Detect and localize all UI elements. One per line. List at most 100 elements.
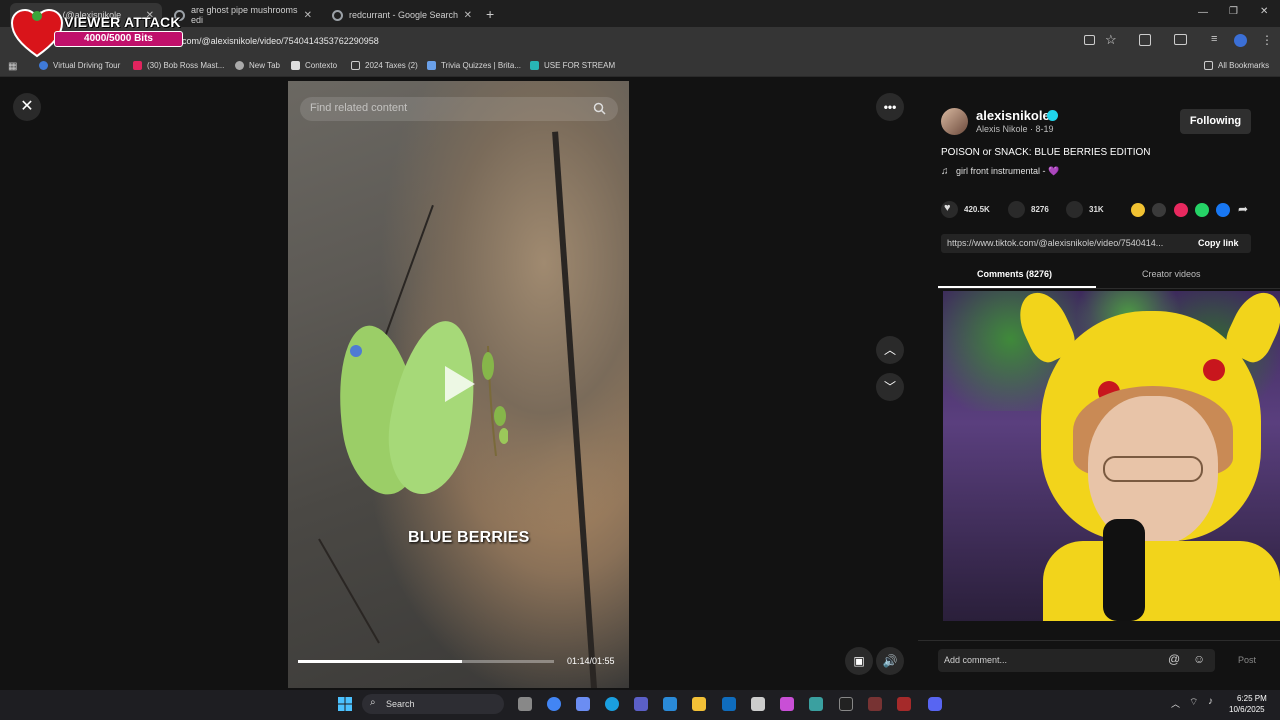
media-icon[interactable]: [1174, 34, 1187, 45]
browser-menu-icon[interactable]: ⋮: [1261, 33, 1273, 47]
bookmark-label: Contexto: [305, 61, 338, 70]
wood-crack: [318, 538, 380, 644]
app-icon[interactable]: [780, 697, 794, 711]
creator-username[interactable]: alexisnikole: [976, 108, 1050, 123]
play-icon[interactable]: [445, 366, 475, 402]
progress-bar[interactable]: [298, 660, 554, 663]
taskbar-search-label: Search: [386, 699, 415, 709]
search-icon: ⌕: [370, 697, 376, 708]
bookmark-label: (30) Bob Ross Mast...: [147, 61, 225, 70]
tab-redcurrant[interactable]: redcurrant - Google Search ✕: [324, 3, 480, 27]
new-tab-button[interactable]: +: [486, 6, 494, 22]
tab-search-icon[interactable]: ≡: [1211, 33, 1217, 45]
bookmark-label: Virtual Driving Tour: [53, 61, 121, 70]
restore-icon[interactable]: ❐: [1229, 6, 1238, 17]
bookmark-bob-ross[interactable]: (30) Bob Ross Mast...: [133, 61, 224, 70]
app-icon[interactable]: [868, 697, 882, 711]
volume-tray-icon[interactable]: ♪: [1208, 696, 1213, 707]
bookmark-star-icon[interactable]: ☆: [1105, 32, 1117, 48]
install-app-icon[interactable]: [1084, 35, 1095, 45]
url-text[interactable]: com/@alexisnikole/video/7540414353762290…: [182, 36, 379, 46]
close-tab-icon[interactable]: ✕: [464, 10, 472, 21]
next-video-button[interactable]: ﹀: [876, 373, 904, 401]
video-description: POISON or SNACK: BLUE BERRIES EDITION: [941, 147, 1151, 158]
extensions-icon[interactable]: [1139, 34, 1151, 46]
bookmark-contexto[interactable]: Contexto: [291, 61, 337, 70]
send-icon[interactable]: [1174, 203, 1188, 217]
file-explorer-icon[interactable]: [692, 697, 706, 711]
outlook-icon[interactable]: [722, 697, 736, 711]
coin-icon[interactable]: [1131, 203, 1145, 217]
discord-icon[interactable]: [928, 697, 942, 711]
share-arrow-icon[interactable]: ➦: [1238, 202, 1248, 216]
glasses: [1103, 456, 1203, 482]
whatsapp-icon[interactable]: [1195, 203, 1209, 217]
pip-icon[interactable]: ▣: [845, 647, 873, 675]
mention-icon[interactable]: @: [1168, 652, 1180, 666]
comment-icon[interactable]: [1008, 201, 1025, 218]
app-icon[interactable]: [809, 697, 823, 711]
facebook-icon[interactable]: [1216, 203, 1230, 217]
store-icon[interactable]: [663, 697, 677, 711]
embed-icon[interactable]: [1152, 203, 1166, 217]
windows-start-icon[interactable]: [338, 697, 352, 711]
music-title[interactable]: girl front instrumental - 💜: [956, 166, 1059, 177]
verified-badge-icon: [1047, 110, 1058, 121]
all-bookmarks[interactable]: All Bookmarks: [1204, 61, 1269, 70]
comment-count: 8276: [1031, 205, 1049, 214]
app-icon[interactable]: [897, 697, 911, 711]
tab-comments[interactable]: Comments (8276): [977, 269, 1052, 279]
close-video-button[interactable]: ✕: [13, 93, 41, 121]
creator-avatar[interactable]: [941, 108, 968, 135]
microphone: [1103, 519, 1145, 621]
apps-grid-icon[interactable]: ▦: [8, 61, 17, 72]
wifi-icon[interactable]: ⌔: [1189, 696, 1198, 709]
clock-date[interactable]: 10/6/2025: [1229, 705, 1265, 714]
like-count: 420.5K: [964, 205, 990, 214]
bookmark-trivia[interactable]: Trivia Quizzes | Brita...: [427, 61, 521, 70]
bookmark-use-for-stream[interactable]: USE FOR STREAM: [530, 61, 615, 70]
tray-chevron-icon[interactable]: ︿: [1171, 697, 1180, 710]
youtube-icon: [133, 61, 142, 70]
blue-berry: [350, 345, 362, 357]
bookmark-taxes[interactable]: 2024 Taxes (2): [351, 61, 418, 70]
webcam-overlay: [943, 291, 1280, 621]
profile-avatar[interactable]: [1234, 34, 1247, 47]
clock-time[interactable]: 6:25 PM: [1237, 694, 1267, 703]
minimize-icon[interactable]: —: [1198, 7, 1208, 18]
teams-icon[interactable]: [634, 697, 648, 711]
chrome-icon[interactable]: [547, 697, 561, 711]
video-link: https://www.tiktok.com/@alexisnikole/vid…: [947, 238, 1164, 248]
task-view-icon[interactable]: [518, 697, 532, 711]
volume-icon[interactable]: 🔊: [876, 647, 904, 675]
search-icon[interactable]: [593, 102, 606, 115]
copy-link-button[interactable]: Copy link: [1198, 238, 1239, 248]
calculator-icon[interactable]: [751, 697, 765, 711]
bookmark-label: Trivia Quizzes | Brita...: [441, 61, 522, 70]
tab-label: are ghost pipe mushrooms edi: [191, 5, 298, 25]
viewer-attack-title: VIEWER ATTACK: [64, 14, 181, 30]
bookmark-new-tab[interactable]: New Tab: [235, 61, 280, 70]
following-button[interactable]: Following: [1180, 109, 1251, 134]
bookmark-virtual-driving[interactable]: Virtual Driving Tour: [39, 61, 120, 70]
taskbar-search[interactable]: [362, 694, 504, 714]
tab-ghost-pipe[interactable]: are ghost pipe mushrooms edi ✕: [166, 3, 320, 27]
edge-icon[interactable]: [605, 697, 619, 711]
video-time: 01:14/01:55: [567, 656, 615, 666]
wood-crack: [384, 204, 434, 338]
music-note-icon: ♫: [941, 166, 949, 177]
close-tab-icon[interactable]: ✕: [304, 10, 312, 21]
hood-cheek-right: [1203, 359, 1225, 381]
bookmark-icon[interactable]: [1066, 201, 1083, 218]
close-window-icon[interactable]: ✕: [1260, 6, 1268, 17]
tab-creator-videos[interactable]: Creator videos: [1142, 269, 1201, 279]
previous-video-button[interactable]: ︿: [876, 336, 904, 364]
emoji-icon[interactable]: ☺: [1193, 652, 1205, 666]
capcut-icon[interactable]: [839, 697, 853, 711]
wood-crack: [552, 131, 600, 688]
globe-icon: [39, 61, 48, 70]
more-options-button[interactable]: •••: [876, 93, 904, 121]
tab-label: redcurrant - Google Search: [349, 10, 459, 20]
post-comment-button[interactable]: Post: [1238, 655, 1256, 665]
copilot-icon[interactable]: [576, 697, 590, 711]
